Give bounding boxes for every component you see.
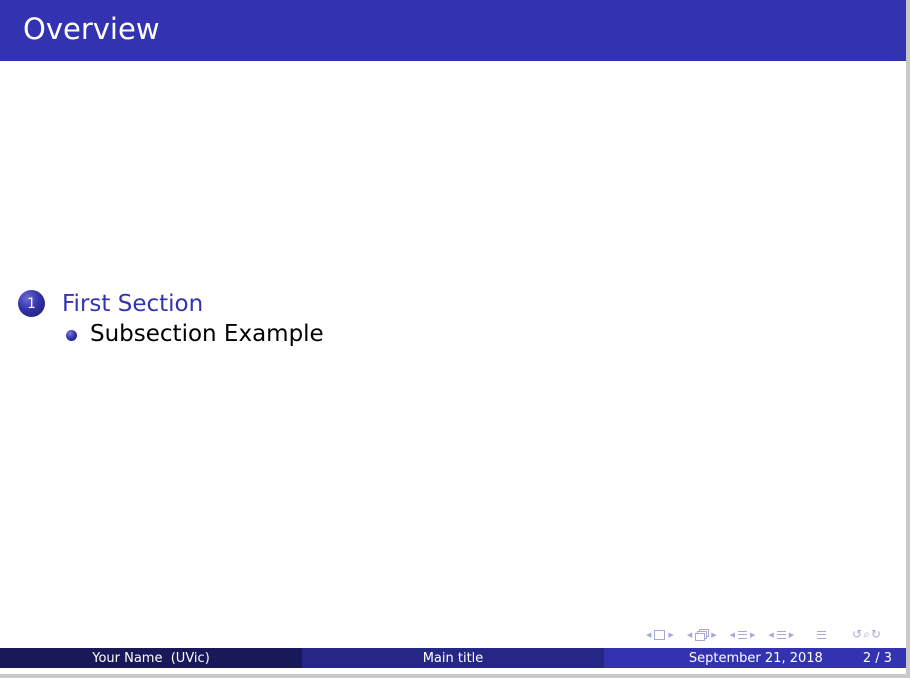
navigation-symbols: ◀ ▶ ◀ ▶ ◀ ▶ ◀ ▶ ↺⌕↻ [636,627,882,642]
toc-section-label[interactable]: First Section [62,291,203,317]
toc-subsection-example[interactable]: Subsection Example [66,321,324,347]
next-section-arrow-icon[interactable]: ▶ [747,631,758,639]
section-number-ball: 1 [18,290,45,317]
toc-icon[interactable] [817,630,827,639]
frame-icon[interactable] [654,629,666,640]
prev-subsection-arrow-icon[interactable]: ◀ [684,631,695,639]
prev-document-arrow-icon[interactable]: ◀ [765,631,776,639]
footer-date: September 21, 2018 2 / 3 [604,648,906,668]
subsection-icon[interactable] [695,629,710,641]
footer-title: Main title [302,648,604,668]
bullet-ball-icon [66,329,77,341]
document-icon[interactable] [776,630,786,639]
section-navigation: ◀ ▶ [727,630,759,639]
slide: Overview 1 First Section Subsection Exam… [0,0,910,678]
page-number: 2 / 3 [862,650,892,666]
next-frame-arrow-icon[interactable]: ▶ [665,631,676,639]
prev-section-arrow-icon[interactable]: ◀ [727,631,738,639]
next-document-arrow-icon[interactable]: ▶ [786,631,797,639]
footer-author-text: Your Name (UVic) [92,650,210,666]
toc-section-first-section[interactable]: 1 First Section [18,290,324,317]
frame-navigation: ◀ ▶ [643,629,677,640]
frame-title-bar: Overview [0,0,906,61]
footer-date-text: September 21, 2018 [688,650,823,666]
prev-frame-arrow-icon[interactable]: ◀ [643,631,654,639]
search-icon[interactable]: ↺⌕↻ [852,627,882,642]
toc-subsection-label[interactable]: Subsection Example [90,321,324,347]
table-of-contents: 1 First Section Subsection Example [18,290,324,347]
section-icon[interactable] [737,630,747,639]
toc-navigation [817,630,827,639]
footer-author: Your Name (UVic) [0,648,302,668]
subsection-navigation: ◀ ▶ [684,629,720,641]
document-navigation: ◀ ▶ [765,630,797,639]
footer: Your Name (UVic) Main title September 21… [0,648,906,668]
next-subsection-arrow-icon[interactable]: ▶ [708,631,719,639]
frame-title: Overview [23,12,160,46]
footer-title-text: Main title [422,650,484,666]
